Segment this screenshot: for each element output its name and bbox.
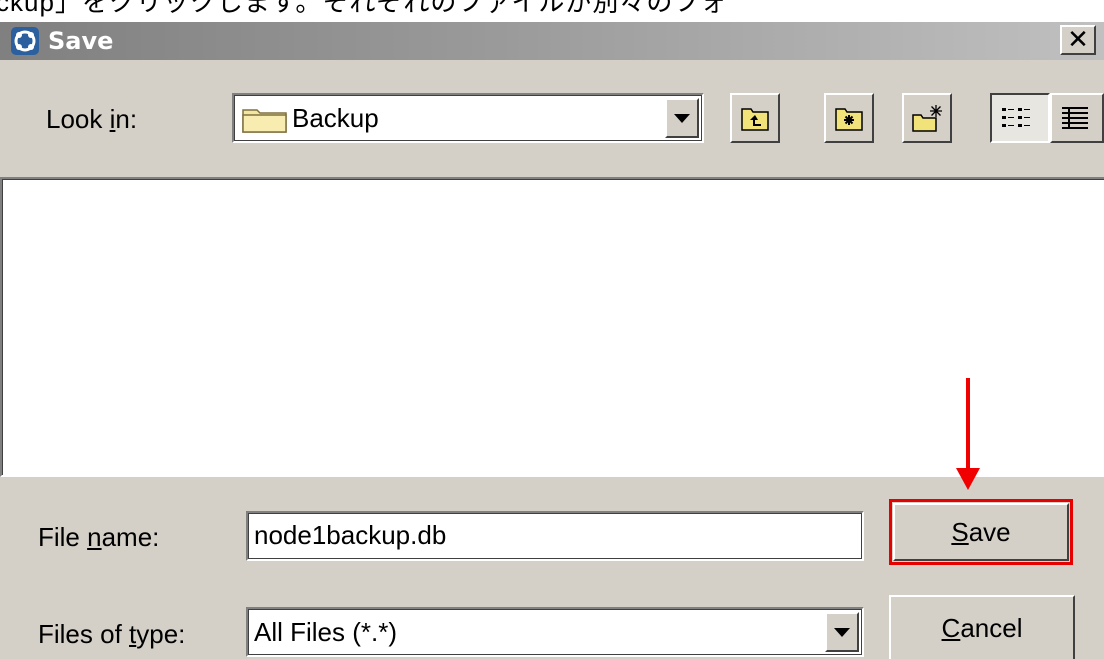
home-folder-icon	[835, 108, 863, 131]
details-view-icon	[1062, 107, 1088, 129]
close-icon: ✕	[1067, 24, 1089, 54]
files-of-type-label: Files of type:	[38, 619, 186, 649]
cancel-button[interactable]: Cancel	[889, 595, 1075, 659]
page-caption-text: ckup」をクリックします。それぞれのファイルが別々のフォ	[0, 0, 1104, 22]
folder-icon	[242, 109, 287, 133]
save-button-highlight	[889, 499, 1073, 565]
files-of-type-value: All Files (*.*)	[254, 617, 398, 647]
file-name-input[interactable]: node1backup.db	[246, 511, 864, 561]
home-folder-button[interactable]	[824, 93, 874, 143]
list-view-button[interactable]	[990, 93, 1050, 143]
java-app-icon	[11, 27, 39, 55]
cancel-button-label: Cancel	[941, 613, 1023, 643]
look-in-dropdown[interactable]: Backup	[232, 93, 704, 143]
chevron-down-icon	[674, 114, 690, 123]
details-view-button[interactable]	[1050, 93, 1104, 143]
chevron-down-icon	[834, 628, 850, 637]
file-name-label: File name:	[38, 522, 160, 552]
file-list[interactable]	[0, 177, 1104, 477]
list-view-icon	[1002, 108, 1030, 127]
file-name-value: node1backup.db	[254, 520, 447, 550]
save-dialog: Save ✕ Look in: Backup File name: node1b…	[0, 22, 1104, 659]
files-of-type-dropdown[interactable]: All Files (*.*)	[246, 607, 864, 657]
close-button[interactable]: ✕	[1060, 25, 1096, 55]
create-new-folder-button[interactable]	[902, 93, 952, 143]
look-in-value: Backup	[292, 103, 379, 133]
look-in-label: Look in:	[46, 104, 138, 134]
create-new-folder-icon	[912, 105, 942, 132]
dialog-title: Save	[48, 27, 114, 55]
look-in-dropdown-button[interactable]	[665, 98, 699, 138]
up-one-level-button[interactable]	[730, 93, 780, 143]
caption-text: ckup」をクリックします。それぞれのファイルが別々のフォ	[0, 0, 728, 17]
up-one-level-icon	[741, 108, 769, 131]
annotation-arrow-head	[956, 468, 980, 490]
annotation-arrow-shaft	[966, 378, 970, 473]
title-bar[interactable]: Save ✕	[0, 22, 1104, 60]
files-of-type-dropdown-button[interactable]	[825, 612, 859, 652]
